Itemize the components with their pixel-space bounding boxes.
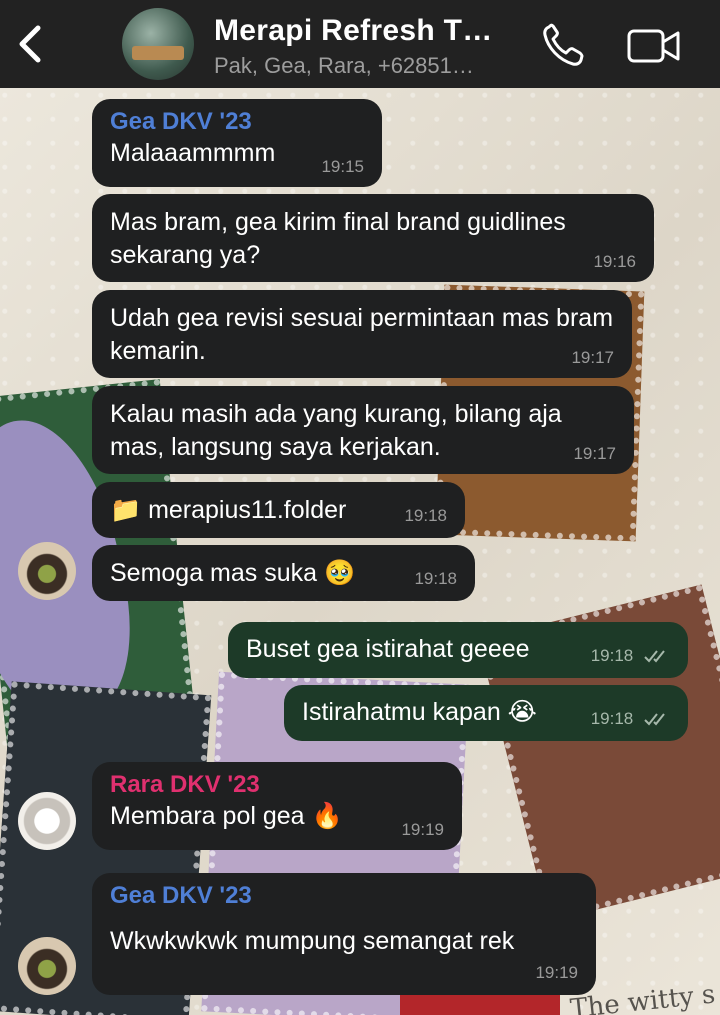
file-message-bubble[interactable]: 📁 merapius11.folder 19:18 [92,482,465,538]
phone-icon[interactable] [540,22,588,68]
message-time-value: 19:18 [590,646,634,665]
message-text: Semoga mas suka 🥹 [110,559,356,587]
sender-name[interactable]: Gea DKV '23 [110,881,578,911]
message-bubble[interactable]: Gea DKV '23 Wkwkwkwk mumpung semangat re… [92,873,596,995]
avatar[interactable] [18,542,76,600]
message-bubble[interactable]: Kalau masih ada yang kurang, bilang aja … [92,386,634,474]
message-time: 19:19 [535,963,578,982]
avatar[interactable] [18,792,76,850]
double-check-icon [644,713,665,726]
outgoing-message-bubble[interactable]: Istirahatmu kapan 😭 19:18 [284,685,688,741]
file-name: 📁 merapius11.folder [110,496,347,524]
message-time: 19:17 [573,444,616,463]
chat-header: Merapi Refresh T… Pak, Gea, Rara, +62851… [0,0,720,88]
sender-name[interactable]: Rara DKV '23 [110,770,444,800]
sender-name[interactable]: Gea DKV '23 [110,107,364,137]
chevron-left-icon[interactable] [14,24,48,64]
message-time: 19:18 [404,506,447,525]
message-text: Mas bram, gea kirim final brand guidline… [110,208,566,269]
message-time: 19:15 [321,157,364,176]
video-camera-icon[interactable] [626,26,682,66]
message-text: Kalau masih ada yang kurang, bilang aja … [110,400,562,461]
avatar[interactable] [18,937,76,995]
message-bubble[interactable]: Mas bram, gea kirim final brand guidline… [92,194,654,282]
message-bubble[interactable]: Rara DKV '23 Membara pol gea 🔥 19:19 [92,762,462,850]
message-time-value: 19:18 [590,709,634,728]
double-check-icon [644,650,665,663]
message-bubble[interactable]: Semoga mas suka 🥹 19:18 [92,545,475,601]
message-time: 19:18 [591,710,670,727]
message-text: Udah gea revisi sesuai permintaan mas br… [110,304,614,365]
chat-title[interactable]: Merapi Refresh T… [214,14,493,48]
message-bubble[interactable]: Gea DKV '23 Malaaammmm 19:15 [92,99,382,187]
message-text: Wkwkwkwk mumpung semangat rek [110,927,515,955]
group-avatar[interactable] [122,8,194,80]
chat-members[interactable]: Pak, Gea, Rara, +62851… [214,53,474,79]
message-text: Membara pol gea 🔥 [110,802,343,830]
message-time: 19:16 [593,252,636,271]
message-time: 19:18 [414,569,457,588]
message-time: 19:18 [591,647,670,664]
message-time: 19:19 [401,820,444,839]
outgoing-message-bubble[interactable]: Buset gea istirahat geeee 19:18 [228,622,688,678]
message-time: 19:17 [571,348,614,367]
message-bubble[interactable]: Udah gea revisi sesuai permintaan mas br… [92,290,632,378]
